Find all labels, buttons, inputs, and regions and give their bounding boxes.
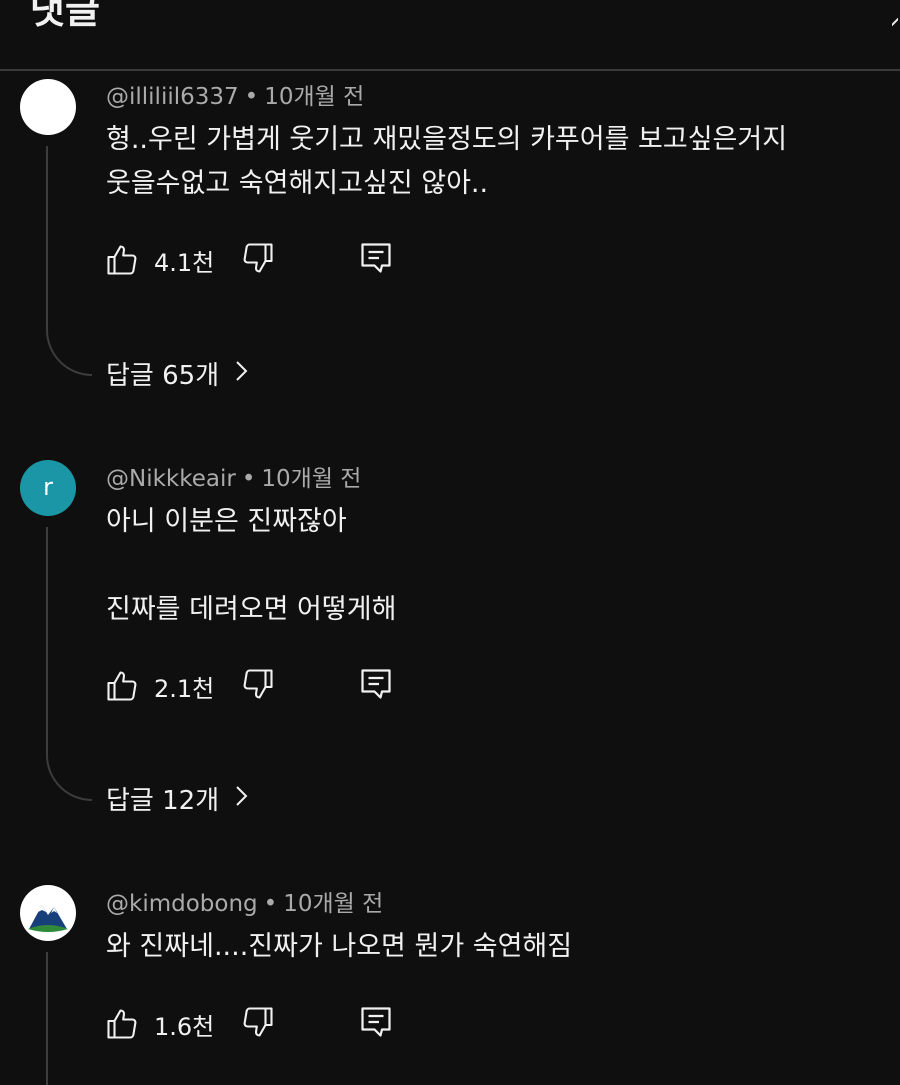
like-count: 1.6천 (154, 1012, 215, 1041)
chevron-right-icon (219, 358, 249, 393)
like-button[interactable]: 1.6천 (104, 1004, 214, 1044)
thread-line (46, 146, 48, 330)
view-replies-button[interactable]: 답글 12개 (106, 783, 249, 818)
dislike-button[interactable] (240, 666, 280, 706)
separator-dot: • (244, 84, 259, 110)
replies-count: 답글 12개 (106, 785, 220, 816)
avatar[interactable] (20, 885, 76, 941)
comment-text: 형..우린 가볍게 웃기고 재밌을정도의 카푸어를 보고싶은거지 웃을수없고 숙… (106, 124, 788, 199)
comment-actions: 4.1천 (104, 240, 424, 280)
thumbs-up-icon (104, 242, 140, 278)
like-count: 4.1천 (154, 248, 215, 277)
avatar[interactable]: r (20, 460, 76, 516)
close-icon[interactable] (892, 14, 898, 32)
comment-text: 아니 이분은 진짜잖아 진짜를 데려오면 어떻게해 (106, 506, 397, 625)
comment-text: 와 진짜네....진짜가 나오면 뭔가 숙연해짐 (106, 931, 573, 962)
comment-author[interactable]: @Nikkkeair (106, 466, 236, 492)
thumbs-up-icon (104, 668, 140, 704)
comment-time: 10개월 전 (264, 84, 365, 110)
dislike-button[interactable] (240, 240, 280, 280)
comment-time: 10개월 전 (261, 466, 362, 492)
reply-button[interactable] (358, 1004, 398, 1044)
comment-meta: @illiliil6337 • 10개월 전 (106, 82, 364, 112)
comment-actions: 1.6천 (104, 1004, 424, 1044)
thread-connector (46, 330, 92, 376)
comment-actions: 2.1천 (104, 666, 424, 706)
reply-button[interactable] (358, 240, 398, 280)
avatar-letter: r (43, 473, 53, 501)
comment-icon (358, 669, 394, 706)
comment-author[interactable]: @illiliil6337 (106, 84, 239, 110)
mountain-logo-icon (20, 886, 76, 941)
comment-time: 10개월 전 (283, 891, 384, 917)
dislike-button[interactable] (240, 1004, 280, 1044)
thumbs-up-icon (104, 1006, 140, 1042)
view-replies-button[interactable]: 답글 65개 (106, 358, 249, 393)
thumbs-down-icon (240, 669, 276, 706)
avatar[interactable] (20, 79, 76, 135)
thumbs-down-icon (240, 1007, 276, 1044)
like-button[interactable]: 4.1천 (104, 240, 214, 280)
thread-line (46, 952, 48, 1085)
like-count: 2.1천 (154, 674, 215, 703)
separator-dot: • (241, 466, 256, 492)
comment-icon (358, 243, 394, 280)
replies-count: 답글 65개 (106, 360, 220, 391)
reply-button[interactable] (358, 666, 398, 706)
comment-icon (358, 1007, 394, 1044)
like-button[interactable]: 2.1천 (104, 666, 214, 706)
chevron-right-icon (219, 783, 249, 818)
separator-dot: • (263, 891, 278, 917)
comments-header: 댓글 (0, 0, 900, 71)
comment-meta: @kimdobong • 10개월 전 (106, 889, 383, 919)
thread-line (46, 527, 48, 755)
thumbs-down-icon (240, 243, 276, 280)
thread-connector (46, 755, 92, 801)
comment-author[interactable]: @kimdobong (106, 891, 258, 917)
comment-meta: @Nikkkeair • 10개월 전 (106, 464, 361, 494)
page-title: 댓글 (30, 0, 100, 32)
